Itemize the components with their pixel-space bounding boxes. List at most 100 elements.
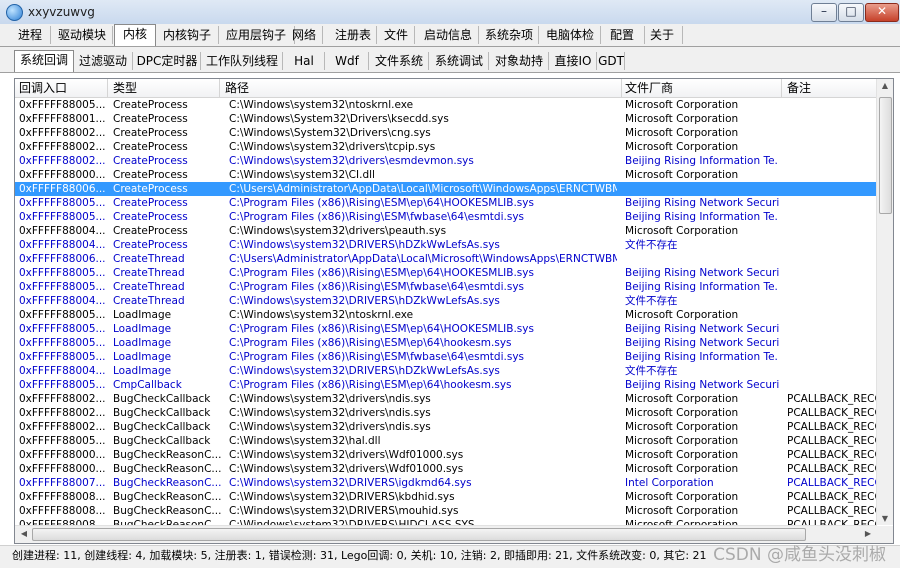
column-header-entry[interactable]: 回调入口: [15, 79, 108, 97]
vertical-scroll-thumb[interactable]: [879, 97, 892, 214]
main-tab-7[interactable]: 文件: [378, 26, 415, 44]
cell-note: [783, 322, 879, 336]
column-header-note[interactable]: 备注: [783, 79, 882, 97]
sub-tab-0[interactable]: 系统回调: [14, 50, 74, 72]
table-row[interactable]: 0xFFFFF88006... CreateProcess C:\Users\Adm…: [15, 182, 877, 196]
main-tab-12[interactable]: 关于: [642, 26, 683, 44]
sub-tab-bar: 系统回调 过滤驱动 DPC定时器 工作队列线程 Hal Wdf 文件系统 系统调试 对象劫持 直接…: [0, 50, 900, 73]
scroll-up-icon[interactable]: ▲: [878, 81, 892, 90]
minimize-button[interactable]: –: [811, 3, 837, 22]
table-row[interactable]: 0xFFFFF88005... CreateThread C:\Program Fi…: [15, 266, 877, 280]
table-row[interactable]: 0xFFFFF88005... LoadImage C:\Program Files…: [15, 336, 877, 350]
table-row[interactable]: 0xFFFFF88004... LoadImage C:\Windows\syste…: [15, 364, 877, 378]
cell-entry: 0xFFFFF88005...: [19, 351, 106, 363]
table-row[interactable]: 0xFFFFF88004... CreateProcess C:\Windows\s…: [15, 238, 877, 252]
cell-entry: 0xFFFFF88002...: [19, 141, 106, 153]
cell-entry: 0xFFFFF88002...: [19, 407, 106, 419]
table-row[interactable]: 0xFFFFF88005... CreateProcess C:\Windows\s…: [15, 98, 877, 112]
sub-tab-3[interactable]: 工作队列线程: [202, 52, 283, 70]
table-row[interactable]: 0xFFFFF88002... BugCheckCallback C:\Window…: [15, 406, 879, 420]
table-row[interactable]: 0xFFFFF88002... CreateProcess C:\Windows\s…: [15, 154, 877, 168]
cell-type: CreateProcess: [113, 211, 188, 223]
horizontal-scroll-thumb[interactable]: [32, 528, 806, 541]
table-row[interactable]: 0xFFFFF88002... BugCheckCallback C:\Window…: [15, 392, 879, 406]
main-tab-3[interactable]: 内核钩子: [156, 26, 219, 44]
scroll-right-icon[interactable]: ▶: [861, 529, 875, 538]
scroll-left-icon[interactable]: ◀: [17, 529, 31, 538]
cell-note: PCALLBACK_RECO: [787, 435, 879, 447]
table-row[interactable]: 0xFFFFF88000... CreateProcess C:\Windows\s…: [15, 168, 877, 182]
table-row[interactable]: 0xFFFFF88000... BugCheckReasonC... C:\Wind…: [15, 462, 879, 476]
maximize-button[interactable]: □: [838, 3, 864, 22]
table-row[interactable]: 0xFFFFF88004... CreateThread C:\Windows\sy…: [15, 294, 877, 308]
table-row[interactable]: 0xFFFFF88002... CreateProcess C:\Windows\s…: [15, 140, 877, 154]
cell-note: [783, 280, 879, 294]
table-row[interactable]: 0xFFFFF88001... CreateProcess C:\Windows\S…: [15, 112, 877, 126]
cell-path: C:\Windows\system32\drivers\peauth.sys: [229, 225, 447, 237]
table-row[interactable]: 0xFFFFF88005... CmpCallback C:\Program Fil…: [15, 378, 877, 392]
cell-entry: 0xFFFFF88007...: [19, 477, 106, 489]
cell-note: [783, 154, 879, 168]
cell-note: [783, 364, 879, 378]
table-row[interactable]: 0xFFFFF88008... BugCheckReasonC... C:\Wind…: [15, 504, 879, 518]
table-row[interactable]: 0xFFFFF88007... BugCheckReasonC... C:\Wind…: [15, 476, 879, 490]
table-row[interactable]: 0xFFFFF88004... CreateProcess C:\Windows\s…: [15, 224, 877, 238]
main-tab-8[interactable]: 启动信息: [418, 26, 479, 44]
table-row[interactable]: 0xFFFFF88005... LoadImage C:\Windows\syste…: [15, 308, 877, 322]
table-row[interactable]: 0xFFFFF88005... LoadImage C:\Program Files…: [15, 350, 877, 364]
close-button[interactable]: ✕: [865, 3, 899, 22]
main-tab-6[interactable]: 注册表: [330, 26, 377, 44]
table-row[interactable]: 0xFFFFF88005... CreateProcess C:\Program F…: [15, 210, 877, 224]
table-row[interactable]: 0xFFFFF88002... CreateProcess C:\Windows\S…: [15, 126, 877, 140]
sub-tab-1[interactable]: 过滤驱动: [74, 52, 133, 70]
cell-path: C:\Windows\System32\Drivers\ksecdd.sys: [229, 113, 449, 125]
main-tab-1[interactable]: 驱动模块: [52, 26, 113, 44]
cell-path: C:\Program Files (x86)\Rising\ESM\fwbase…: [229, 211, 524, 223]
table-row[interactable]: 0xFFFFF88005... CreateProcess C:\Program F…: [15, 196, 877, 210]
sub-tab-6[interactable]: 文件系统: [370, 52, 429, 70]
table-row[interactable]: 0xFFFFF88005... LoadImage C:\Program Files…: [15, 322, 877, 336]
cell-path: C:\Windows\system32\DRIVERS\kbdhid.sys: [229, 491, 455, 503]
main-tab-0[interactable]: 进程: [10, 26, 51, 44]
sub-tab-7[interactable]: 系统调试: [430, 52, 489, 70]
cell-note: [783, 140, 879, 154]
table-row[interactable]: 0xFFFFF88000... BugCheckReasonC... C:\Wind…: [15, 448, 879, 462]
table-row[interactable]: 0xFFFFF88002... BugCheckCallback C:\Window…: [15, 420, 879, 434]
cell-vendor: Beijing Rising Information Te...: [625, 155, 779, 167]
cell-path: C:\Windows\system32\drivers\Wdf01000.sys: [229, 449, 464, 461]
cell-type: CreateProcess: [113, 169, 188, 181]
table-row[interactable]: 0xFFFFF88005... BugCheckCallback C:\Window…: [15, 434, 879, 448]
main-tab-4[interactable]: 应用层钩子: [218, 26, 295, 44]
cell-type: CreateProcess: [113, 155, 188, 167]
scroll-down-icon[interactable]: ▼: [878, 514, 892, 523]
cell-path: C:\Users\Administrator\AppData\Local\Mic…: [229, 253, 617, 265]
sub-tab-9[interactable]: 直接IO: [550, 52, 597, 70]
sub-tab-4[interactable]: Hal: [284, 52, 325, 70]
column-header-type[interactable]: 类型: [109, 79, 220, 97]
sub-tab-5[interactable]: Wdf: [326, 52, 369, 70]
cell-entry: 0xFFFFF88005...: [19, 211, 106, 223]
sub-tab-2[interactable]: DPC定时器: [134, 52, 201, 70]
main-tab-10[interactable]: 电脑体检: [540, 26, 601, 44]
main-tab-9[interactable]: 系统杂项: [480, 26, 539, 44]
sub-tab-8[interactable]: 对象劫持: [490, 52, 549, 70]
vertical-scrollbar[interactable]: ▲ ▼: [876, 79, 893, 525]
table-row[interactable]: 0xFFFFF88006... CreateThread C:\Users\Admi…: [15, 252, 877, 266]
main-tab-2[interactable]: 内核: [114, 24, 156, 46]
main-tab-11[interactable]: 配置: [600, 26, 645, 44]
main-tab-5[interactable]: 网络: [286, 26, 323, 44]
cell-vendor: Microsoft Corporation: [625, 505, 739, 517]
cell-vendor: 文件不存在: [625, 295, 678, 307]
table-row[interactable]: 0xFFFFF88008... BugCheckReasonC... C:\Wind…: [15, 490, 879, 504]
sub-tab-10[interactable]: GDT: [598, 52, 625, 70]
cell-entry: 0xFFFFF88000...: [19, 449, 106, 461]
cell-note: [783, 266, 879, 280]
table-row[interactable]: 0xFFFFF88005... CreateThread C:\Program Fi…: [15, 280, 877, 294]
cell-type: BugCheckReasonC...: [113, 463, 222, 475]
column-header-path[interactable]: 路径: [221, 79, 622, 97]
cell-vendor: Microsoft Corporation: [625, 309, 739, 321]
callback-list[interactable]: 回调入口 类型 路径 文件厂商 备注 0xFFFFF88005... Create…: [14, 78, 894, 544]
cell-type: LoadImage: [113, 309, 172, 321]
cell-type: CreateThread: [113, 295, 185, 307]
column-header-vendor[interactable]: 文件厂商: [621, 79, 782, 97]
